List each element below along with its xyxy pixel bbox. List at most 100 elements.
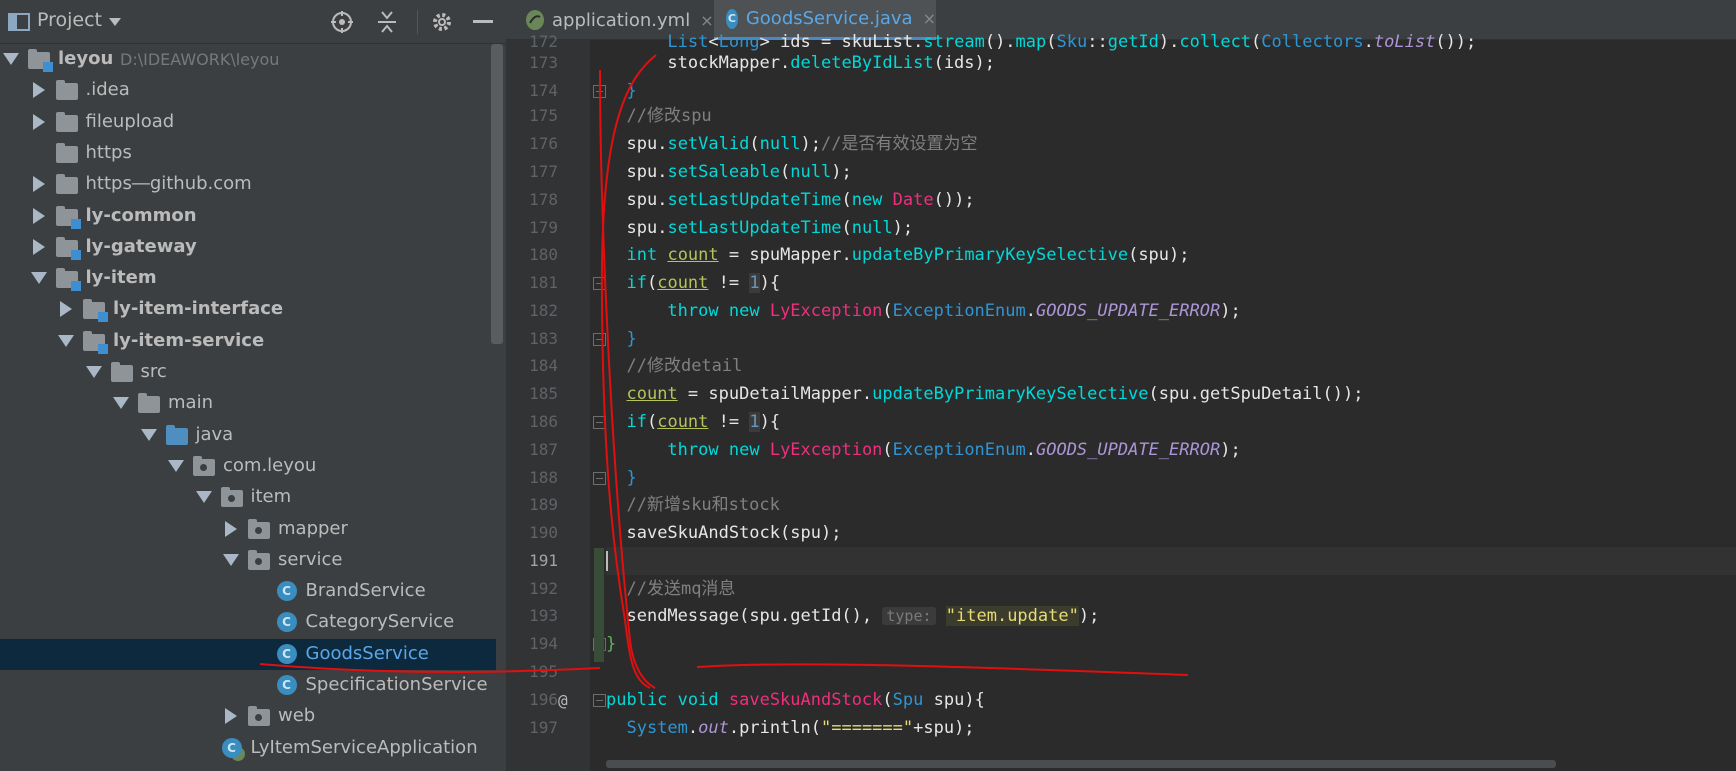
- tree-item-label: GoodsService: [305, 642, 429, 664]
- close-icon[interactable]: ×: [923, 9, 936, 28]
- collapsed-arrow-icon[interactable]: [57, 300, 75, 318]
- tree-item-main[interactable]: main: [0, 388, 496, 419]
- tree-item-mapper[interactable]: mapper: [0, 514, 496, 545]
- tree-item-specificationservice[interactable]: C SpecificationService: [0, 670, 496, 701]
- line-number: 189: [529, 495, 558, 514]
- collapsed-arrow-icon[interactable]: [30, 113, 48, 131]
- class-icon: C: [276, 612, 297, 633]
- tree-item-goodsservice[interactable]: C GoodsService: [0, 638, 496, 670]
- code-line-177: spu.setSaleable(null);: [626, 162, 852, 182]
- code-line-188: }: [626, 468, 637, 488]
- line-number: 177: [529, 162, 558, 181]
- tree-item-service[interactable]: service: [0, 545, 496, 576]
- tree-item-fileupload[interactable]: fileupload: [0, 107, 496, 138]
- close-icon[interactable]: ×: [700, 11, 713, 30]
- line-number: 188: [529, 468, 558, 487]
- tree-item-categoryservice[interactable]: C CategoryService: [0, 607, 496, 638]
- class-icon: C: [726, 8, 738, 29]
- header-divider: [417, 10, 418, 34]
- fold-toggle-icon[interactable]: [593, 85, 606, 98]
- tree-item-src[interactable]: src: [0, 357, 496, 388]
- folder-icon: [55, 80, 78, 101]
- package-folder-icon: [193, 455, 215, 476]
- code-line-181: if(count != 1){: [626, 273, 781, 293]
- line-number: 175: [529, 106, 558, 125]
- line-number: 182: [529, 301, 558, 320]
- tree-item--idea[interactable]: .idea: [0, 75, 496, 106]
- line-number: 183: [529, 329, 558, 348]
- code-line-174: }: [626, 81, 637, 101]
- expanded-arrow-icon[interactable]: [195, 488, 213, 506]
- tree-item-web[interactable]: web: [0, 701, 496, 732]
- fold-toggle-icon[interactable]: [593, 333, 606, 346]
- override-marker-icon[interactable]: @: [558, 691, 568, 710]
- fold-toggle-icon[interactable]: [593, 472, 606, 485]
- expanded-arrow-icon[interactable]: [167, 457, 185, 475]
- code-line-196: public void saveSkuAndStock(Spu spu){: [606, 690, 985, 710]
- tree-item-ly-item-service[interactable]: ly-item-service: [0, 326, 496, 357]
- collapsed-arrow-icon[interactable]: [30, 238, 48, 256]
- collapsed-arrow-icon[interactable]: [222, 520, 240, 538]
- project-scrollbar[interactable]: [491, 44, 503, 344]
- code-line-190: saveSkuAndStock(spu);: [626, 523, 842, 543]
- tree-item-java[interactable]: java: [0, 420, 496, 451]
- spring-boot-class-icon: C: [221, 737, 242, 758]
- code-line-197: System.out.println("======="+spu);: [626, 718, 975, 738]
- line-number: 181: [529, 273, 558, 292]
- tree-item-brandservice[interactable]: C BrandService: [0, 576, 496, 607]
- project-path: D:\IDEAWORK\leyou: [120, 50, 280, 69]
- tree-item-item[interactable]: item: [0, 482, 496, 513]
- line-number: 178: [529, 190, 558, 209]
- collapsed-arrow-icon[interactable]: [222, 707, 240, 725]
- expanded-arrow-icon[interactable]: [57, 332, 75, 350]
- expanded-arrow-icon[interactable]: [2, 50, 20, 68]
- tree-item-label: SpecificationService: [305, 674, 488, 695]
- code-line-180: int count = spuMapper.updateByPrimaryKey…: [626, 245, 1190, 265]
- expanded-arrow-icon[interactable]: [140, 426, 158, 444]
- tree-item-com-leyou[interactable]: com.leyou: [0, 451, 496, 482]
- code-line-193: sendMessage(spu.getId(), type: "item.upd…: [626, 606, 1100, 626]
- horizontal-scrollbar[interactable]: [606, 760, 1556, 768]
- package-folder-icon: [248, 549, 270, 570]
- tree-item-https[interactable]: https: [0, 138, 496, 169]
- line-number: 187: [529, 440, 558, 459]
- tree-item-label: LyItemServiceApplication: [250, 736, 478, 758]
- expanded-arrow-icon[interactable]: [112, 394, 130, 412]
- tree-item-leyou[interactable]: leyou D:\IDEAWORK\leyou: [0, 44, 496, 75]
- tree-item-label: item: [250, 486, 292, 508]
- expanded-arrow-icon[interactable]: [85, 363, 103, 381]
- tree-item-label: service: [278, 548, 343, 570]
- code-line-191: [606, 547, 1736, 575]
- code-editor: application.yml × C GoodsService.java × …: [506, 0, 1736, 771]
- expanded-arrow-icon[interactable]: [30, 269, 48, 287]
- chevron-down-icon[interactable]: [105, 11, 125, 33]
- line-number: 192: [529, 579, 558, 598]
- collapsed-arrow-icon[interactable]: [30, 175, 48, 193]
- project-view-title[interactable]: Project: [37, 9, 102, 31]
- tree-item-ly-item-interface[interactable]: ly-item-interface: [0, 294, 496, 325]
- line-number: 173: [529, 53, 558, 72]
- code-line-186: if(count != 1){: [626, 412, 781, 432]
- module-folder-icon: [28, 49, 53, 72]
- tree-item-lyitemserviceapplication[interactable]: C LyItemServiceApplication: [0, 733, 496, 764]
- fold-toggle-icon[interactable]: [593, 416, 606, 429]
- vcs-change-marker[interactable]: [594, 548, 604, 662]
- line-number: 174: [529, 81, 558, 100]
- code-line-189: //新增sku和stock: [626, 495, 780, 515]
- collapse-all-icon[interactable]: [375, 11, 399, 33]
- fold-toggle-icon[interactable]: [593, 277, 606, 290]
- code-area[interactable]: List<Long> ids = skuList.stream().map(Sk…: [606, 32, 1736, 771]
- locate-icon[interactable]: [330, 11, 354, 33]
- collapsed-arrow-icon[interactable]: [30, 207, 48, 225]
- tree-item-label: web: [278, 705, 316, 727]
- fold-toggle-icon[interactable]: [593, 694, 606, 707]
- tree-item-ly-common[interactable]: ly-common: [0, 201, 496, 232]
- collapsed-arrow-icon[interactable]: [30, 81, 48, 99]
- expanded-arrow-icon[interactable]: [222, 551, 240, 569]
- tree-item-ly-gateway[interactable]: ly-gateway: [0, 232, 496, 263]
- tree-item-https-github-com[interactable]: https―github.com: [0, 169, 496, 200]
- hide-panel-icon[interactable]: [472, 11, 494, 33]
- tree-item-ly-item[interactable]: ly-item: [0, 263, 496, 294]
- folder-icon: [55, 142, 78, 163]
- gear-icon[interactable]: [430, 11, 454, 33]
